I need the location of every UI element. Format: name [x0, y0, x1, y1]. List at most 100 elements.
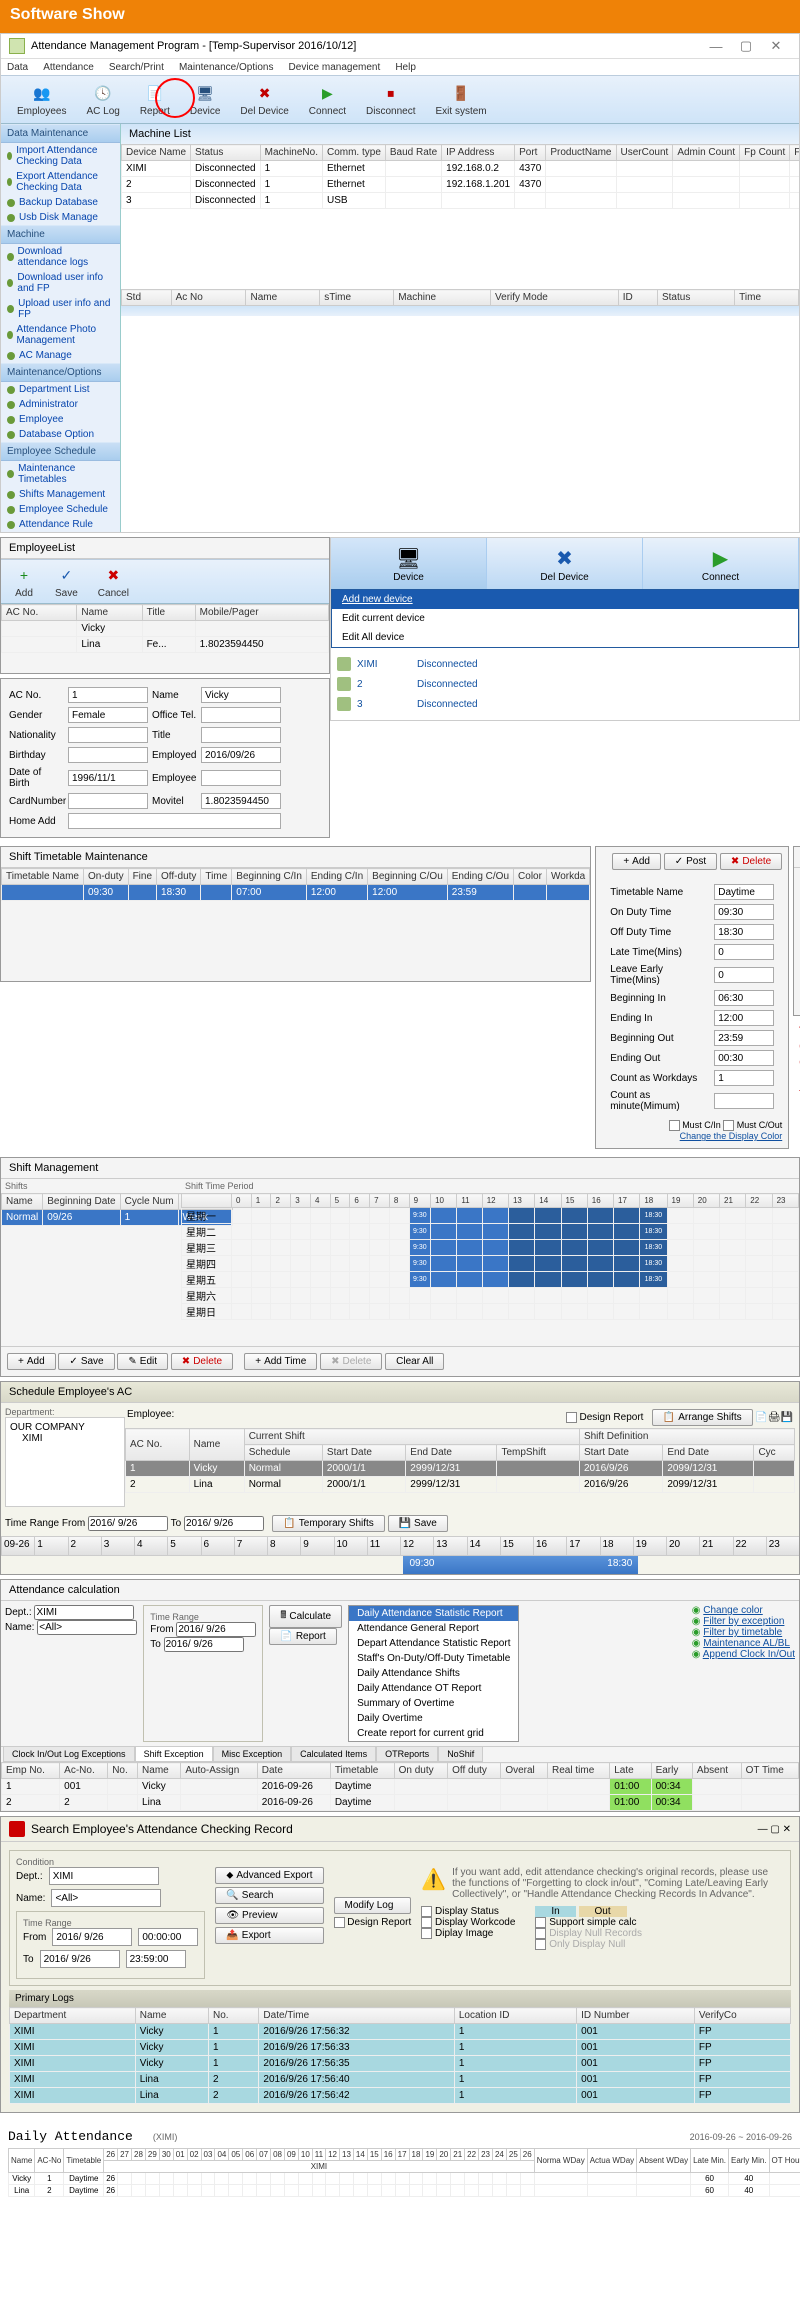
calculate-button[interactable]: 🖩 Calculate [269, 1605, 342, 1628]
tt-delete-button[interactable]: ✖ Delete [720, 853, 782, 870]
app-logo-icon [9, 38, 25, 54]
app-title: Attendance Management Program - [Temp-Su… [31, 40, 701, 52]
sch-save-button[interactable]: 💾 Save [388, 1515, 448, 1532]
sidebar-item[interactable]: Attendance Rule [1, 517, 120, 532]
toolbar-device[interactable]: 🖥Device [180, 80, 231, 119]
toolbar-ac-log[interactable]: 🕓AC Log [76, 80, 129, 119]
sidebar-item[interactable]: Database Option [1, 427, 120, 442]
save-button[interactable]: ✓Save [45, 562, 88, 601]
report-option[interactable]: Attendance General Report [349, 1621, 518, 1636]
minimize-button[interactable]: — [701, 39, 731, 54]
device-button-zoom[interactable]: 🖥Device [331, 538, 487, 589]
temp-shifts-button[interactable]: 📋 Temporary Shifts [272, 1515, 384, 1532]
menu-maintenance[interactable]: Maintenance/Options [179, 62, 274, 73]
menu-device[interactable]: Device management [289, 62, 381, 73]
sm-save[interactable]: ✓ Save [58, 1353, 114, 1370]
tt-add-button[interactable]: + Add [612, 853, 661, 870]
toolbar-connect[interactable]: ▶Connect [299, 80, 356, 119]
report-option[interactable]: Daily Attendance Statistic Report [349, 1606, 518, 1621]
sidebar-item[interactable]: Backup Database [1, 195, 120, 210]
menu-search[interactable]: Search/Print [109, 62, 164, 73]
report-option[interactable]: Summary of Overtime [349, 1696, 518, 1711]
report-option[interactable]: Daily Attendance Shifts [349, 1666, 518, 1681]
timetable-window: Shift Timetable Maintenance Timetable Na… [0, 846, 591, 982]
sm-clear[interactable]: Clear All [385, 1353, 444, 1370]
sidebar: Data MaintenanceImport Attendance Checki… [1, 124, 121, 532]
gender-input[interactable] [68, 707, 148, 723]
tt-post-button[interactable]: ✓ Post [664, 853, 717, 870]
sidebar-item[interactable]: Attendance Photo Management [1, 322, 120, 348]
sidebar-item[interactable]: Administrator [1, 397, 120, 412]
del-device-button-zoom[interactable]: ✖Del Device [487, 538, 643, 589]
sidebar-item[interactable]: Download user info and FP [1, 270, 120, 296]
sidebar-item[interactable]: Download attendance logs [1, 244, 120, 270]
close-button[interactable]: ✕ [761, 38, 791, 54]
sidebar-item[interactable]: Upload user info and FP [1, 296, 120, 322]
machine-table: Device NameStatusMachineNo.Comm. typeBau… [121, 144, 799, 209]
menu-edit-all[interactable]: Edit All device [332, 628, 798, 647]
search-icon [9, 1821, 25, 1837]
sm-edit[interactable]: ✎ Edit [117, 1353, 168, 1370]
adv-export-button[interactable]: ⬥ Advanced Export [215, 1867, 323, 1884]
add-button[interactable]: +Add [3, 562, 45, 601]
toolbar-disconnect[interactable]: ⏹Disconnect [356, 80, 425, 119]
cancel-button[interactable]: ✖Cancel [88, 562, 139, 601]
sidebar-group: Machine [1, 225, 120, 244]
menu-help[interactable]: Help [395, 62, 416, 73]
menu-attendance[interactable]: Attendance [43, 62, 94, 73]
daily-title: Daily Attendance [8, 2125, 133, 2148]
sidebar-item[interactable]: Department List [1, 382, 120, 397]
sidebar-item[interactable]: Employee [1, 412, 120, 427]
change-color-link[interactable]: Change the Display Color [680, 1131, 783, 1141]
sidebar-item[interactable]: AC Manage [1, 348, 120, 363]
search-button[interactable]: 🔍 Search [215, 1887, 323, 1904]
status-table: StdAc NoNamesTimeMachineVerify ModeIDSta… [121, 289, 799, 306]
report-option[interactable]: Daily Attendance OT Report [349, 1681, 518, 1696]
calc-name-select[interactable] [37, 1620, 137, 1635]
calc-dept-select[interactable] [34, 1605, 134, 1620]
name-input[interactable] [201, 687, 281, 703]
maximize-button[interactable]: ▢ [731, 38, 761, 54]
menu-add-device[interactable]: Add new device [332, 590, 798, 609]
acno-input[interactable] [68, 687, 148, 703]
dept-tree[interactable]: OUR COMPANY XIMI [5, 1417, 125, 1507]
sidebar-item[interactable]: Usb Disk Manage [1, 210, 120, 225]
main-app-window: Attendance Management Program - [Temp-Su… [0, 33, 800, 533]
tab-machine-list[interactable]: Machine List [121, 124, 799, 144]
report-option[interactable]: Create report for current grid [349, 1726, 518, 1741]
arrange-shifts-button[interactable]: 📋 Arrange Shifts [652, 1409, 753, 1426]
report-dropdown[interactable]: Daily Attendance Statistic ReportAttenda… [348, 1605, 519, 1742]
toolbar-exit-system[interactable]: 🚪Exit system [426, 80, 497, 119]
report-button[interactable]: 📄 Report [269, 1628, 336, 1645]
connect-button-zoom[interactable]: ▶Connect [643, 538, 799, 589]
sidebar-group: Maintenance/Options [1, 363, 120, 382]
sidebar-item[interactable]: Maintenance Timetables [1, 461, 120, 487]
modify-log-button[interactable]: Modify Log [334, 1897, 412, 1914]
schedule-bar: 09:3018:30 [403, 1556, 638, 1574]
sm-deltime[interactable]: ✖ Delete [320, 1353, 382, 1370]
menu-edit-current[interactable]: Edit current device [332, 609, 798, 628]
search-dept[interactable] [49, 1867, 159, 1885]
menu-data[interactable]: Data [7, 62, 28, 73]
shift-mgmt-title: Shift Management [1, 1158, 799, 1179]
sidebar-item[interactable]: Import Attendance Checking Data [1, 143, 120, 169]
sm-addtime[interactable]: + Add Time [244, 1353, 317, 1370]
report-option[interactable]: Staff's On-Duty/Off-Duty Timetable [349, 1651, 518, 1666]
timetable-title: Shift Timetable Maintenance [1, 847, 590, 868]
toolbar-del-device[interactable]: ✖Del Device [230, 80, 298, 119]
toolbar-report[interactable]: 📄Report [130, 80, 180, 119]
sm-add[interactable]: + Add [7, 1353, 56, 1370]
sm-delete[interactable]: ✖ Delete [171, 1353, 233, 1370]
sidebar-item[interactable]: Export Attendance Checking Data [1, 169, 120, 195]
toolbar-employees[interactable]: 👥Employees [7, 80, 76, 119]
sch-to-date[interactable] [184, 1516, 264, 1531]
search-name[interactable] [51, 1889, 161, 1907]
report-option[interactable]: Depart Attendance Statistic Report [349, 1636, 518, 1651]
export-button[interactable]: 📤 Export [215, 1927, 323, 1944]
report-option[interactable]: Daily Overtime [349, 1711, 518, 1726]
sidebar-item[interactable]: Employee Schedule [1, 502, 120, 517]
sch-from-date[interactable] [88, 1516, 168, 1531]
preview-button[interactable]: 👁 Preview [215, 1907, 323, 1924]
sidebar-item[interactable]: Shifts Management [1, 487, 120, 502]
primary-logs-header: Primary Logs [9, 1990, 791, 2007]
